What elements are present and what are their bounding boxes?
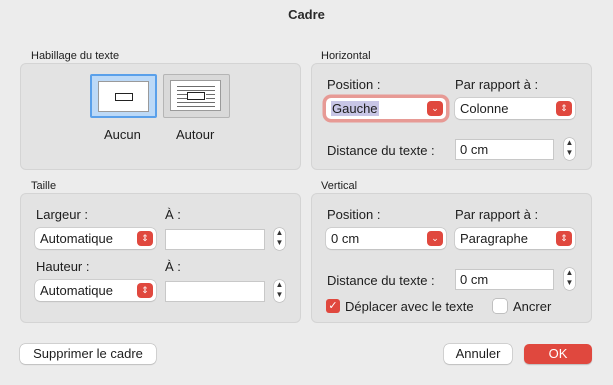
chevron-down-icon: ⌄ [427,101,443,116]
height-label: Hauteur : [36,259,90,274]
vertical-distance-field[interactable]: 0 cm [455,269,554,290]
wrap-group [20,63,301,170]
vertical-relative-value: Paragraphe [460,231,528,246]
cancel-button[interactable]: Annuler [444,344,512,364]
vertical-relative-label: Par rapport à : [455,207,539,222]
chevron-up-down-icon: ⇕ [556,101,572,116]
frame-preview-box [115,93,133,101]
wrap-option-none[interactable] [90,74,157,118]
move-with-text-checkbox[interactable]: ✓ [326,299,340,313]
remove-frame-button[interactable]: Supprimer le cadre [20,344,156,364]
width-label: Largeur : [36,207,89,222]
horizontal-distance-label: Distance du texte : [327,143,435,158]
wrap-section-title: Habillage du texte [31,50,120,62]
anchor-checkbox[interactable] [493,299,507,313]
height-at-stepper[interactable]: ▲ ▼ [274,280,285,302]
horizontal-position-label: Position : [327,77,381,92]
stepper-arrows-icon: ▲ ▼ [565,138,574,157]
horizontal-relative-value: Colonne [460,101,509,116]
height-at-field[interactable] [165,281,265,302]
width-at-stepper[interactable]: ▲ ▼ [274,228,285,250]
vertical-distance-label: Distance du texte : [327,273,435,288]
chevron-up-down-icon: ⇕ [556,231,572,246]
checkmark-icon: ✓ [328,300,338,312]
width-popup[interactable]: Automatique ⇕ [35,228,156,249]
horizontal-distance-stepper[interactable]: ▲ ▼ [564,138,575,160]
wrap-none-preview [98,81,149,112]
chevron-up-down-icon: ⇕ [137,283,153,298]
height-popup[interactable]: Automatique ⇕ [35,280,156,301]
vertical-section-title: Vertical [321,180,358,192]
move-with-text-label: Déplacer avec le texte [345,299,474,314]
height-at-label: À : [165,259,181,274]
vertical-distance-stepper[interactable]: ▲ ▼ [564,268,575,290]
dialog-title: Cadre [288,7,325,22]
horizontal-relative-label: Par rapport à : [455,77,539,92]
horizontal-position-value: Gauche [331,101,379,116]
vertical-position-popup[interactable]: 0 cm ⌄ [326,228,446,249]
width-value: Automatique [40,231,113,246]
width-at-field[interactable] [165,229,265,250]
vertical-relative-popup[interactable]: Paragraphe ⇕ [455,228,575,249]
wrap-option-around[interactable] [163,74,230,118]
stepper-arrows-icon: ▲ ▼ [275,228,284,247]
anchor-label: Ancrer [513,299,552,314]
horizontal-relative-popup[interactable]: Colonne ⇕ [455,98,575,119]
stepper-arrows-icon: ▲ ▼ [275,280,284,299]
chevron-up-down-icon: ⇕ [137,231,153,246]
vertical-position-label: Position : [327,207,381,222]
stepper-arrows-icon: ▲ ▼ [565,268,574,287]
horizontal-distance-field[interactable]: 0 cm [455,139,554,160]
ok-button[interactable]: OK [524,344,592,364]
horizontal-position-popup[interactable]: Gauche ⌄ [326,98,446,119]
size-section-title: Taille [31,180,57,192]
wrap-around-preview [170,80,221,111]
frame-preview-box [187,92,205,100]
wrap-option-none-label: Aucun [104,127,141,142]
width-at-label: À : [165,207,181,222]
wrap-option-around-label: Autour [176,127,215,142]
chevron-down-icon: ⌄ [427,231,443,246]
height-value: Automatique [40,283,113,298]
vertical-position-value: 0 cm [331,231,360,246]
horizontal-section-title: Horizontal [321,50,371,62]
